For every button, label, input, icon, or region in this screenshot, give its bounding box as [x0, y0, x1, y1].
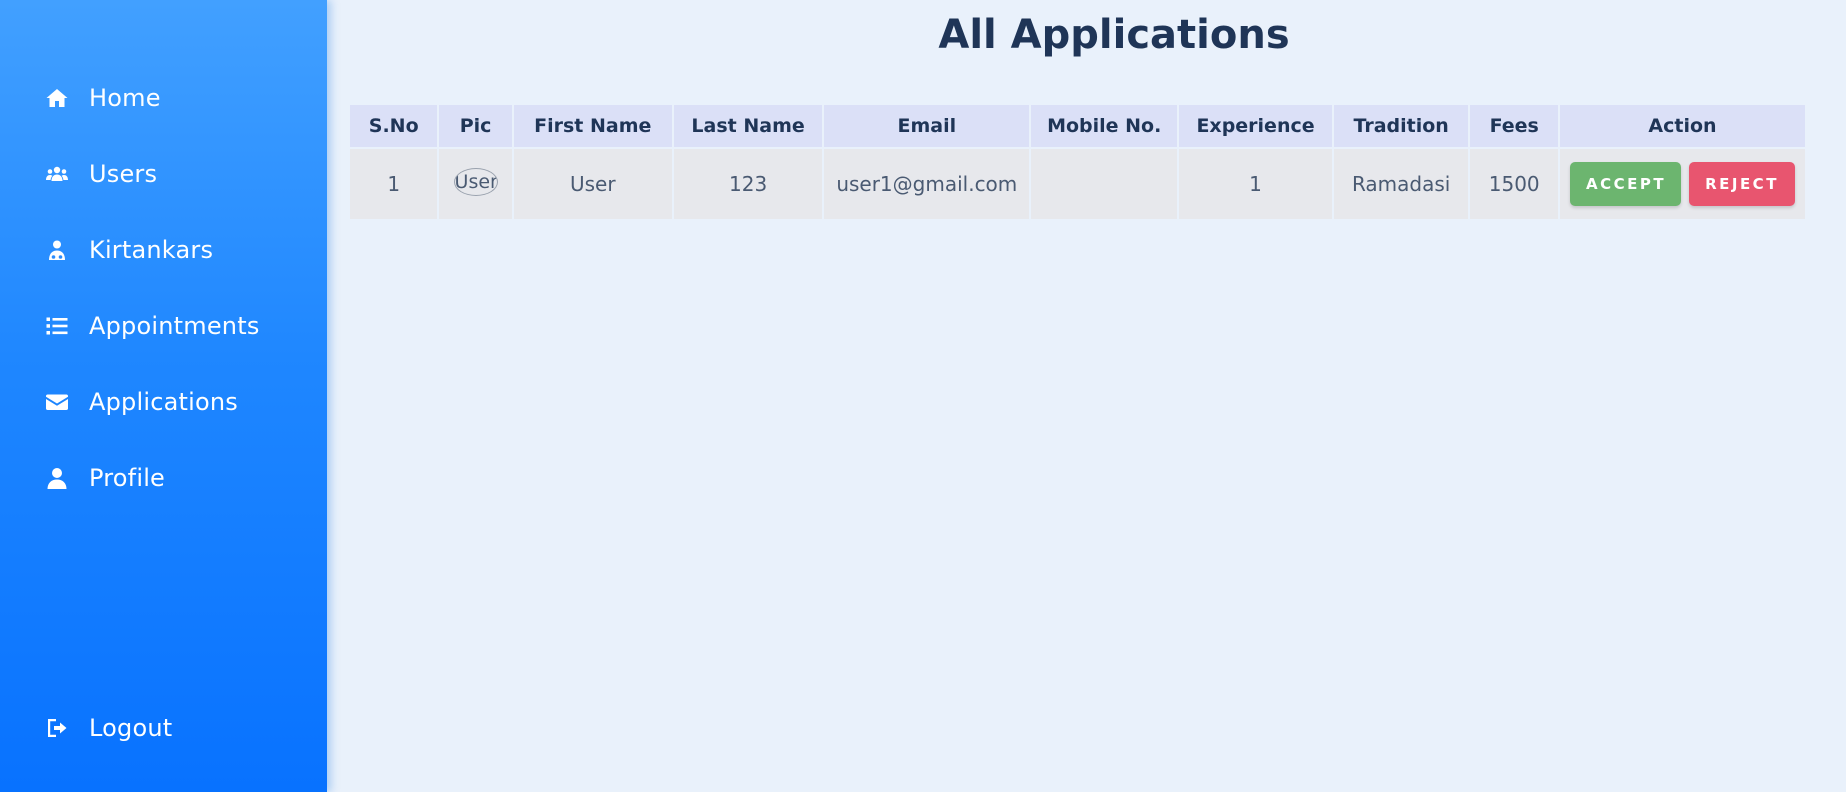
- kirtankar-icon: [44, 237, 70, 263]
- column-header-email: Email: [824, 105, 1030, 147]
- cell-action: ACCEPT REJECT: [1560, 149, 1805, 219]
- applications-table: S.No Pic First Name Last Name Email Mobi…: [348, 103, 1807, 221]
- sidebar-item-label: Applications: [89, 388, 239, 416]
- sidebar-item-profile[interactable]: Profile: [44, 458, 165, 498]
- sidebar-item-label: Appointments: [89, 312, 260, 340]
- envelope-icon: [44, 389, 70, 415]
- column-header-pic: Pic: [439, 105, 512, 147]
- users-icon: [44, 161, 70, 187]
- cell-sno: 1: [350, 149, 438, 219]
- reject-button[interactable]: REJECT: [1689, 162, 1795, 206]
- column-header-experience: Experience: [1179, 105, 1332, 147]
- list-icon: [44, 313, 70, 339]
- cell-mobile: [1031, 149, 1178, 219]
- column-header-mobile: Mobile No.: [1031, 105, 1178, 147]
- logout-label: Logout: [89, 714, 173, 742]
- table-row: 1 User User 123 user1@gmail.com 1 Ramada…: [350, 149, 1805, 219]
- cell-tradition: Ramadasi: [1333, 149, 1469, 219]
- sidebar-item-appointments[interactable]: Appointments: [44, 306, 260, 346]
- cell-pic: User: [439, 149, 512, 219]
- column-header-fees: Fees: [1470, 105, 1558, 147]
- cell-first-name: User: [513, 149, 672, 219]
- table-header-row: S.No Pic First Name Last Name Email Mobi…: [350, 105, 1805, 147]
- cell-experience: 1: [1179, 149, 1332, 219]
- sidebar-item-label: Kirtankars: [89, 236, 214, 264]
- user-icon: [44, 465, 70, 491]
- home-icon: [44, 85, 70, 111]
- cell-last-name: 123: [673, 149, 823, 219]
- accept-button[interactable]: ACCEPT: [1570, 162, 1681, 206]
- sidebar-item-kirtankars[interactable]: Kirtankars: [44, 230, 213, 270]
- cell-email: user1@gmail.com: [824, 149, 1030, 219]
- logout-icon: [44, 715, 70, 741]
- sidebar-item-label: Home: [89, 84, 161, 112]
- sidebar: Home Users Kirtankars Appointments Appli…: [0, 0, 327, 792]
- main-content: All Applications S.No Pic First Name Las…: [327, 0, 1846, 792]
- column-header-last-name: Last Name: [673, 105, 823, 147]
- cell-fees: 1500: [1470, 149, 1558, 219]
- column-header-first-name: First Name: [513, 105, 672, 147]
- logout-button[interactable]: Logout: [44, 708, 172, 748]
- page-title: All Applications: [938, 12, 1290, 58]
- sidebar-item-label: Users: [89, 160, 158, 188]
- avatar: User: [453, 167, 498, 196]
- column-header-action: Action: [1560, 105, 1805, 147]
- sidebar-item-users[interactable]: Users: [44, 154, 157, 194]
- column-header-tradition: Tradition: [1333, 105, 1469, 147]
- sidebar-item-label: Profile: [89, 464, 166, 492]
- sidebar-item-home[interactable]: Home: [44, 78, 161, 118]
- sidebar-item-applications[interactable]: Applications: [44, 382, 238, 422]
- column-header-sno: S.No: [350, 105, 438, 147]
